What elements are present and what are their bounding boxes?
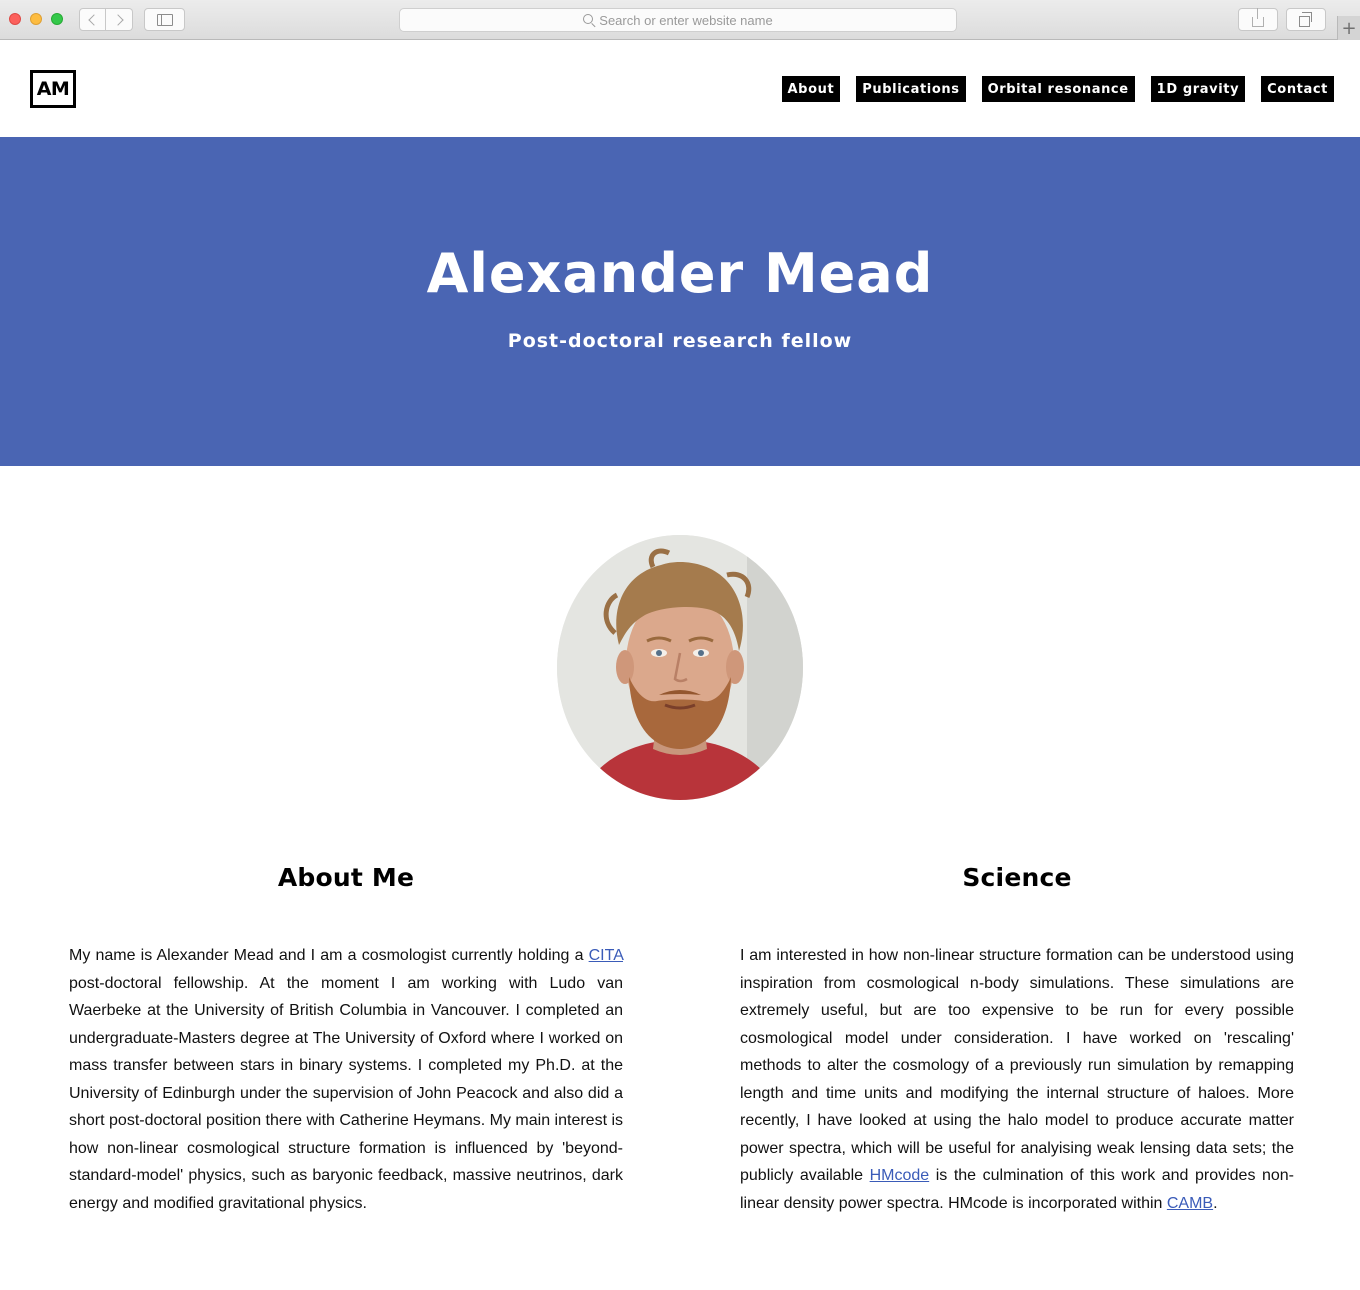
address-bar[interactable]: Search or enter website name [399, 8, 957, 32]
nav-orbital-resonance[interactable]: Orbital resonance [981, 76, 1135, 102]
science-text-1: I am interested in how non-linear struct… [740, 947, 1294, 1184]
science-text-3: . [1213, 1194, 1218, 1212]
forward-button[interactable] [106, 8, 133, 31]
about-column: About Me My name is Alexander Mead and I… [69, 800, 623, 1217]
hero-title: Alexander Mead [426, 242, 934, 305]
back-button[interactable] [79, 8, 106, 31]
about-heading: About Me [277, 863, 415, 892]
about-text-2: post-doctoral fellowship. At the moment … [69, 974, 624, 1212]
profile-photo [557, 535, 803, 800]
site-logo[interactable]: AM [30, 70, 76, 108]
main-nav: About Publications Orbital resonance 1D … [781, 76, 1334, 102]
camb-link[interactable]: CAMB [1167, 1195, 1213, 1212]
about-paragraph: My name is Alexander Mead and I am a cos… [69, 942, 623, 1217]
chevron-left-icon [88, 13, 100, 26]
zoom-window-button[interactable] [51, 13, 63, 25]
share-icon [1252, 8, 1264, 27]
address-placeholder: Search or enter website name [599, 12, 773, 28]
plus-icon: + [1341, 17, 1357, 39]
browser-toolbar: Search or enter website name + [0, 0, 1360, 40]
nav-about[interactable]: About [781, 76, 841, 102]
site-header: AM About Publications Orbital resonance … [0, 40, 1360, 137]
hmcode-link[interactable]: HMcode [870, 1167, 930, 1184]
close-window-button[interactable] [9, 13, 21, 25]
search-icon [583, 13, 594, 24]
science-paragraph: I am interested in how non-linear struct… [740, 942, 1294, 1217]
minimize-window-button[interactable] [30, 13, 42, 25]
content-columns: About Me My name is Alexander Mead and I… [0, 800, 1360, 1260]
share-button[interactable] [1238, 8, 1278, 31]
science-heading: Science [962, 863, 1072, 892]
new-tab-button[interactable]: + [1337, 16, 1360, 40]
nav-1d-gravity[interactable]: 1D gravity [1150, 76, 1246, 102]
sidebar-icon [156, 13, 173, 26]
avatar-section [0, 466, 1360, 800]
about-text-1: My name is Alexander Mead and I am a cos… [69, 947, 589, 964]
chevron-right-icon [111, 13, 124, 26]
nav-contact[interactable]: Contact [1261, 76, 1334, 102]
hero-banner: Alexander Mead Post-doctoral research fe… [0, 137, 1360, 466]
show-tabs-button[interactable] [1286, 8, 1326, 31]
hero-subtitle: Post-doctoral research fellow [507, 330, 853, 352]
science-column: Science I am interested in how non-linea… [740, 800, 1294, 1217]
tabs-icon [1299, 11, 1312, 27]
sidebar-toggle-button[interactable] [144, 8, 185, 31]
nav-publications[interactable]: Publications [856, 76, 966, 102]
portrait-illustration [557, 535, 803, 800]
cita-link[interactable]: CITA [589, 947, 623, 964]
